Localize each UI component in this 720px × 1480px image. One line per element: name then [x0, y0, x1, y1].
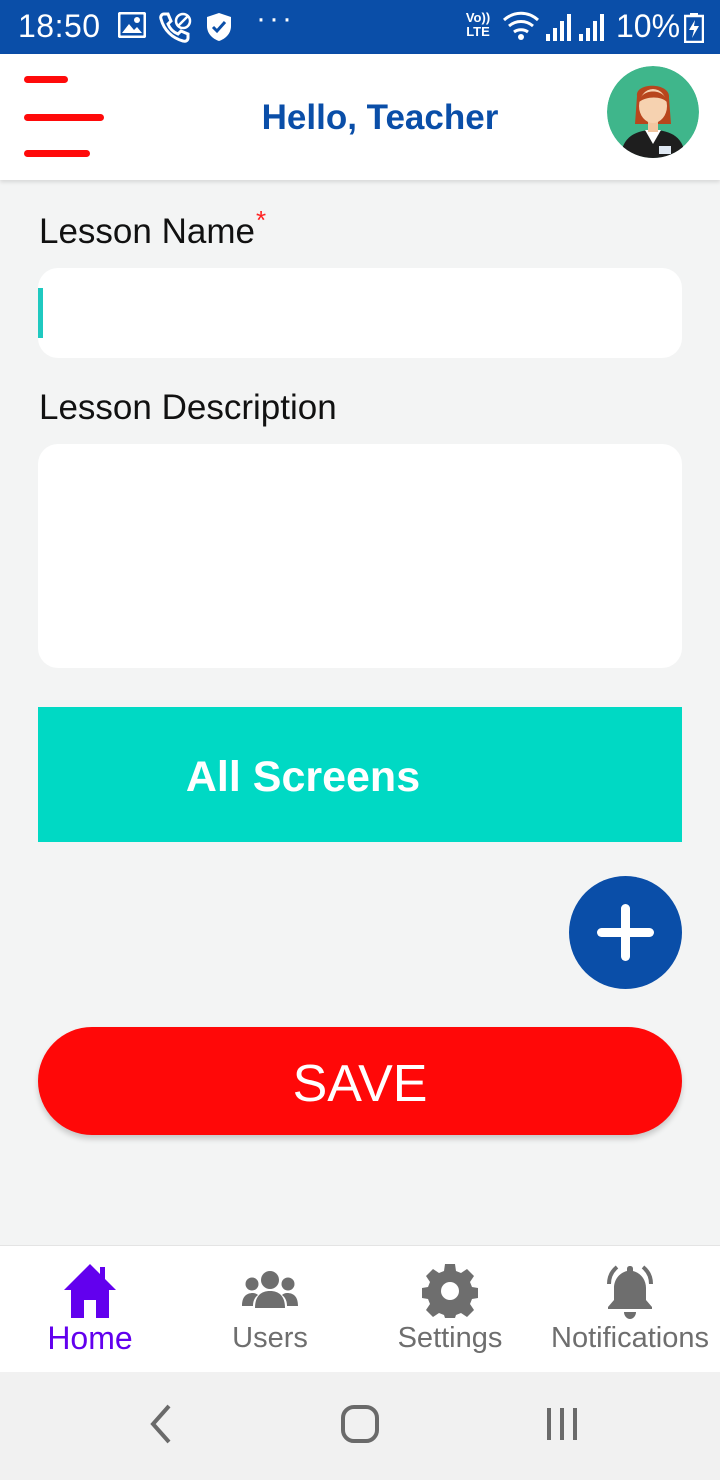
signal-icon	[578, 12, 604, 47]
bottom-navigation: Home Users Settings Notifications	[0, 1245, 720, 1372]
gallery-icon	[117, 11, 147, 43]
recents-icon[interactable]	[543, 1402, 583, 1451]
required-mark: *	[255, 205, 267, 235]
nav-label-notifications: Notifications	[551, 1322, 709, 1354]
save-label: SAVE	[292, 1055, 428, 1113]
status-time: 18:50	[18, 8, 101, 44]
battery-charging-icon	[683, 13, 705, 48]
volte-indicator: Vo)) LTE	[465, 10, 491, 39]
lesson-description-label: Lesson Description	[39, 388, 337, 427]
home-circle-icon[interactable]	[340, 1402, 380, 1451]
lesson-name-input[interactable]	[38, 268, 682, 358]
status-bar: 18:50 ··· Vo)) LTE 10%	[0, 0, 720, 54]
all-screens-button[interactable]: All Screens	[38, 707, 682, 842]
nav-label-settings: Settings	[397, 1322, 503, 1354]
lesson-name-label-text: Lesson Name	[39, 212, 255, 251]
save-button[interactable]: SAVE	[38, 1027, 682, 1135]
more-dots-icon: ···	[256, 2, 295, 35]
avatar[interactable]	[607, 66, 699, 158]
teacher-avatar-icon	[607, 66, 699, 158]
nav-label-home: Home	[47, 1320, 133, 1356]
back-icon[interactable]	[145, 1402, 175, 1451]
app-header: Hello, Teacher	[0, 54, 720, 180]
lesson-name-label: Lesson Name*	[39, 205, 266, 252]
nav-item-notifications[interactable]: Notifications	[540, 1246, 720, 1373]
users-icon	[180, 1262, 360, 1322]
wifi-icon	[502, 10, 540, 47]
nav-item-users[interactable]: Users	[180, 1246, 360, 1373]
lesson-description-input[interactable]	[38, 444, 682, 668]
shield-icon	[206, 12, 232, 47]
add-screen-button[interactable]	[569, 876, 682, 989]
bell-icon	[540, 1262, 720, 1322]
nav-label-users: Users	[232, 1322, 308, 1354]
all-screens-label: All Screens	[185, 753, 421, 801]
gear-icon	[360, 1262, 540, 1322]
nav-item-settings[interactable]: Settings	[360, 1246, 540, 1373]
text-caret	[38, 288, 43, 338]
nav-item-home[interactable]: Home	[0, 1246, 180, 1373]
home-icon	[0, 1262, 180, 1322]
system-navigation-bar	[0, 1372, 720, 1480]
signal-icon	[545, 12, 571, 47]
wifi-call-icon	[158, 12, 192, 49]
battery-percentage: 10%	[616, 8, 681, 44]
